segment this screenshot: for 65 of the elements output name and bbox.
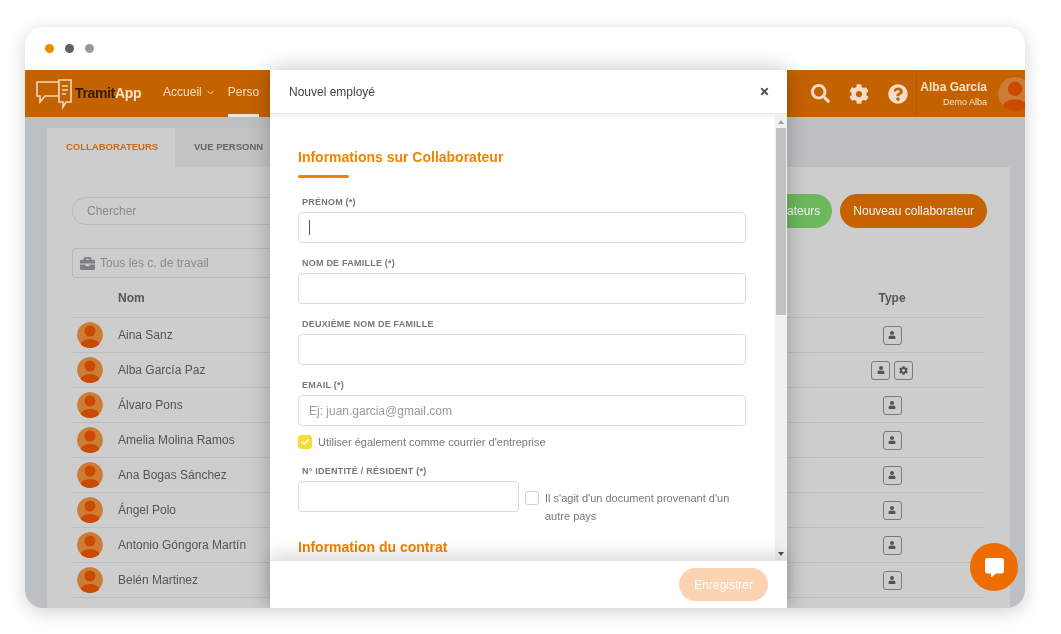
field-label: PRÉNOM (*) (301, 197, 357, 208)
avatar-icon (77, 322, 103, 348)
user-icon (888, 471, 896, 479)
avatar-icon (77, 532, 103, 558)
employee-name[interactable]: Aina Sanz (118, 326, 173, 344)
avatar-icon (77, 462, 103, 488)
chat-bubbles-logo-icon (35, 77, 73, 110)
check-icon (301, 438, 309, 447)
search-icon[interactable] (811, 84, 830, 103)
employee-name[interactable]: Álvaro Pons (118, 396, 183, 414)
employee-name[interactable]: Belén Martinez (118, 571, 199, 589)
user-name[interactable]: Alba García (920, 77, 987, 96)
title-underline (298, 175, 349, 178)
tab[interactable]: COLLABORATEURS (47, 128, 175, 167)
checkbox-label: Il s'agit d'un document provenant d'un autre pays (545, 490, 731, 524)
chat-icon (984, 557, 1004, 577)
user-icon (888, 576, 896, 584)
input-field[interactable] (298, 212, 746, 243)
action-button[interactable]: ateurs (787, 194, 833, 228)
app-logo[interactable]: TramitApp (75, 83, 142, 104)
user-icon (888, 401, 896, 409)
section-title: Information du contrat (298, 537, 449, 556)
column-header: Nom (118, 289, 145, 307)
checkbox[interactable] (298, 435, 312, 450)
user-icon (888, 331, 896, 339)
user-icon (888, 541, 896, 549)
employee-name[interactable]: Ángel Polo (118, 501, 177, 519)
input-field[interactable] (298, 480, 519, 512)
user-icon (888, 506, 896, 514)
field-label: DEUXIÈME NOM DE FAMILLE (301, 319, 435, 330)
avatar-icon (77, 392, 103, 418)
close-icon[interactable] (759, 86, 770, 97)
help-icon[interactable] (888, 83, 908, 104)
input-field[interactable] (298, 334, 746, 365)
action-button[interactable]: Nouveau collaborateur (840, 194, 988, 228)
user-company: Demo Alba (942, 95, 987, 109)
checkbox[interactable] (525, 490, 539, 505)
avatar-icon (77, 497, 103, 523)
column-header: Type (877, 289, 907, 307)
employee-name[interactable]: Antonio Góngora Martín (118, 536, 247, 554)
section-title: Informations sur Collaborateur (298, 148, 505, 166)
employee-name[interactable]: Alba García Paz (118, 361, 206, 379)
checkbox-label: Utiliser également comme courrier d'entreprise (318, 435, 546, 450)
user-icon (888, 436, 896, 444)
field-label: EMAIL (*) (301, 380, 345, 391)
field-label: NOM DE FAMILLE (*) (301, 258, 397, 269)
filter-placeholder: Tous les c. de travail (100, 255, 209, 272)
modal-title: Nouvel employé (289, 83, 376, 101)
avatar-icon (77, 567, 103, 593)
settings-icon[interactable] (849, 83, 869, 104)
scrollbar[interactable] (775, 114, 787, 560)
user-icon (876, 366, 885, 374)
user-avatar-icon (998, 76, 1025, 111)
input-field[interactable]: Ej: juan.garcia@gmail.com (298, 395, 746, 426)
field-label: N° IDENTITÉ / RÉSIDENT (*) (301, 465, 428, 477)
tab[interactable]: VUE PERSONN (175, 128, 270, 167)
employee-name[interactable]: Ana Bogas Sánchez (118, 466, 227, 484)
workplace-filter[interactable]: Tous les c. de travail (72, 248, 270, 278)
nav-link[interactable]: Accueil (163, 70, 216, 117)
avatar-icon (77, 427, 103, 453)
gear-icon (899, 365, 908, 375)
employee-name[interactable]: Amelia Molina Ramos (118, 431, 235, 449)
input-field[interactable] (298, 273, 746, 304)
briefcase-icon (80, 255, 95, 271)
avatar-icon (77, 357, 103, 383)
